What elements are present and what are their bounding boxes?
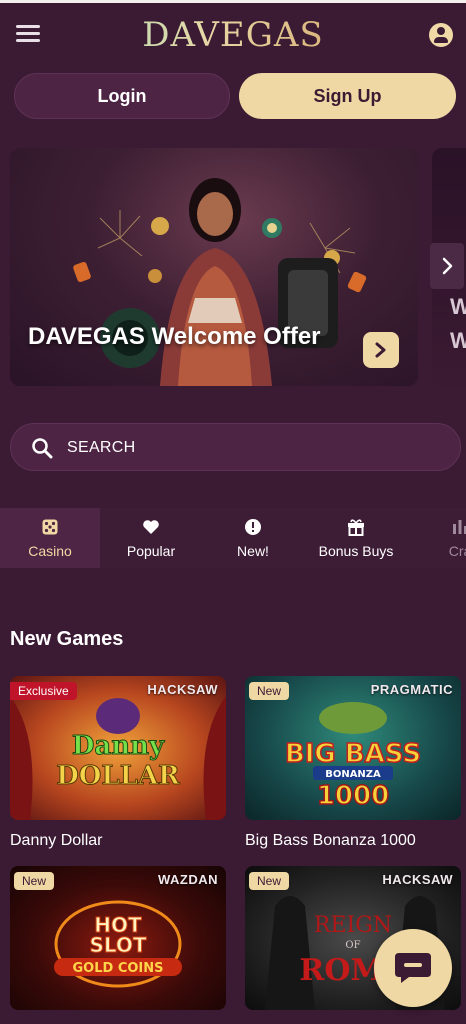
exclusive-badge: Exclusive	[10, 682, 77, 700]
tab-label: New!	[237, 543, 269, 559]
chat-bubble-icon	[395, 953, 431, 983]
search-input[interactable]: SEARCH	[10, 423, 461, 471]
game-card-hot-slot-gold-coins[interactable]: HOT SLOT GOLD COINS New WAZDAN	[10, 866, 226, 1010]
live-chat-button[interactable]	[374, 929, 452, 1007]
svg-text:1000: 1000	[317, 781, 389, 811]
peek-letter: W	[450, 328, 466, 353]
dice-icon	[42, 519, 58, 535]
banner-title: DAVEGAS Welcome Offer	[28, 323, 321, 350]
category-tabs: Casino Popular New! Bonus Buys Cr	[0, 508, 466, 568]
new-badge: New	[14, 872, 55, 890]
new-badge: New	[249, 872, 290, 890]
svg-text:SLOT: SLOT	[89, 933, 146, 957]
svg-text:BONANZA: BONANZA	[325, 769, 381, 780]
crash-icon	[453, 520, 466, 534]
svg-text:OF: OF	[345, 940, 360, 951]
section-title-new-games: New Games	[10, 628, 124, 650]
search-icon	[32, 438, 53, 459]
brand-logo[interactable]: DAVEGAS	[0, 15, 466, 55]
account-icon[interactable]	[429, 23, 453, 47]
game-name[interactable]: Big Bass Bonanza 1000	[245, 832, 416, 850]
carousel-next-button[interactable]	[430, 243, 464, 289]
banner-next-button[interactable]	[363, 332, 399, 368]
svg-text:GOLD COINS: GOLD COINS	[73, 961, 164, 976]
provider-label: HACKSAW	[147, 682, 218, 697]
tab-crash[interactable]: Cra	[410, 508, 466, 568]
alert-badge-icon	[245, 519, 261, 535]
new-badge: New	[249, 682, 290, 700]
game-card-big-bass-bonanza-1000[interactable]: BIG BASS BONANZA 1000 New PRAGMATIC	[245, 676, 461, 820]
tab-new[interactable]: New!	[203, 508, 303, 568]
tab-label: Bonus Buys	[318, 543, 394, 559]
tab-casino[interactable]: Casino	[0, 508, 100, 568]
gift-icon	[348, 519, 364, 536]
tab-label: Cra	[448, 543, 466, 559]
tab-popular[interactable]: Popular	[101, 508, 201, 568]
search-placeholder: SEARCH	[67, 439, 136, 456]
svg-text:REIGN: REIGN	[314, 913, 392, 938]
peek-letter: W	[450, 294, 466, 319]
chevron-right-icon	[442, 257, 453, 275]
provider-label: HACKSAW	[382, 872, 453, 887]
chevron-right-icon	[375, 342, 386, 358]
app-header: DAVEGAS	[0, 3, 466, 65]
tab-label: Casino	[28, 543, 72, 559]
provider-label: WAZDAN	[157, 872, 218, 887]
provider-label: PRAGMATIC	[370, 682, 453, 697]
svg-text:BIG BASS: BIG BASS	[285, 739, 421, 769]
game-name[interactable]: Danny Dollar	[10, 832, 102, 850]
login-button[interactable]: Login	[14, 73, 230, 119]
promo-banner[interactable]: DAVEGAS Welcome Offer	[10, 148, 418, 386]
heart-icon	[143, 520, 159, 534]
tab-bonus-buys[interactable]: Bonus Buys	[306, 508, 406, 568]
svg-text:Danny: Danny	[72, 731, 165, 761]
tab-label: Popular	[126, 543, 176, 559]
svg-text:DOLLAR: DOLLAR	[56, 761, 180, 791]
game-card-danny-dollar[interactable]: Danny DOLLAR Exclusive HACKSAW	[10, 676, 226, 820]
signup-button[interactable]: Sign Up	[239, 73, 456, 119]
